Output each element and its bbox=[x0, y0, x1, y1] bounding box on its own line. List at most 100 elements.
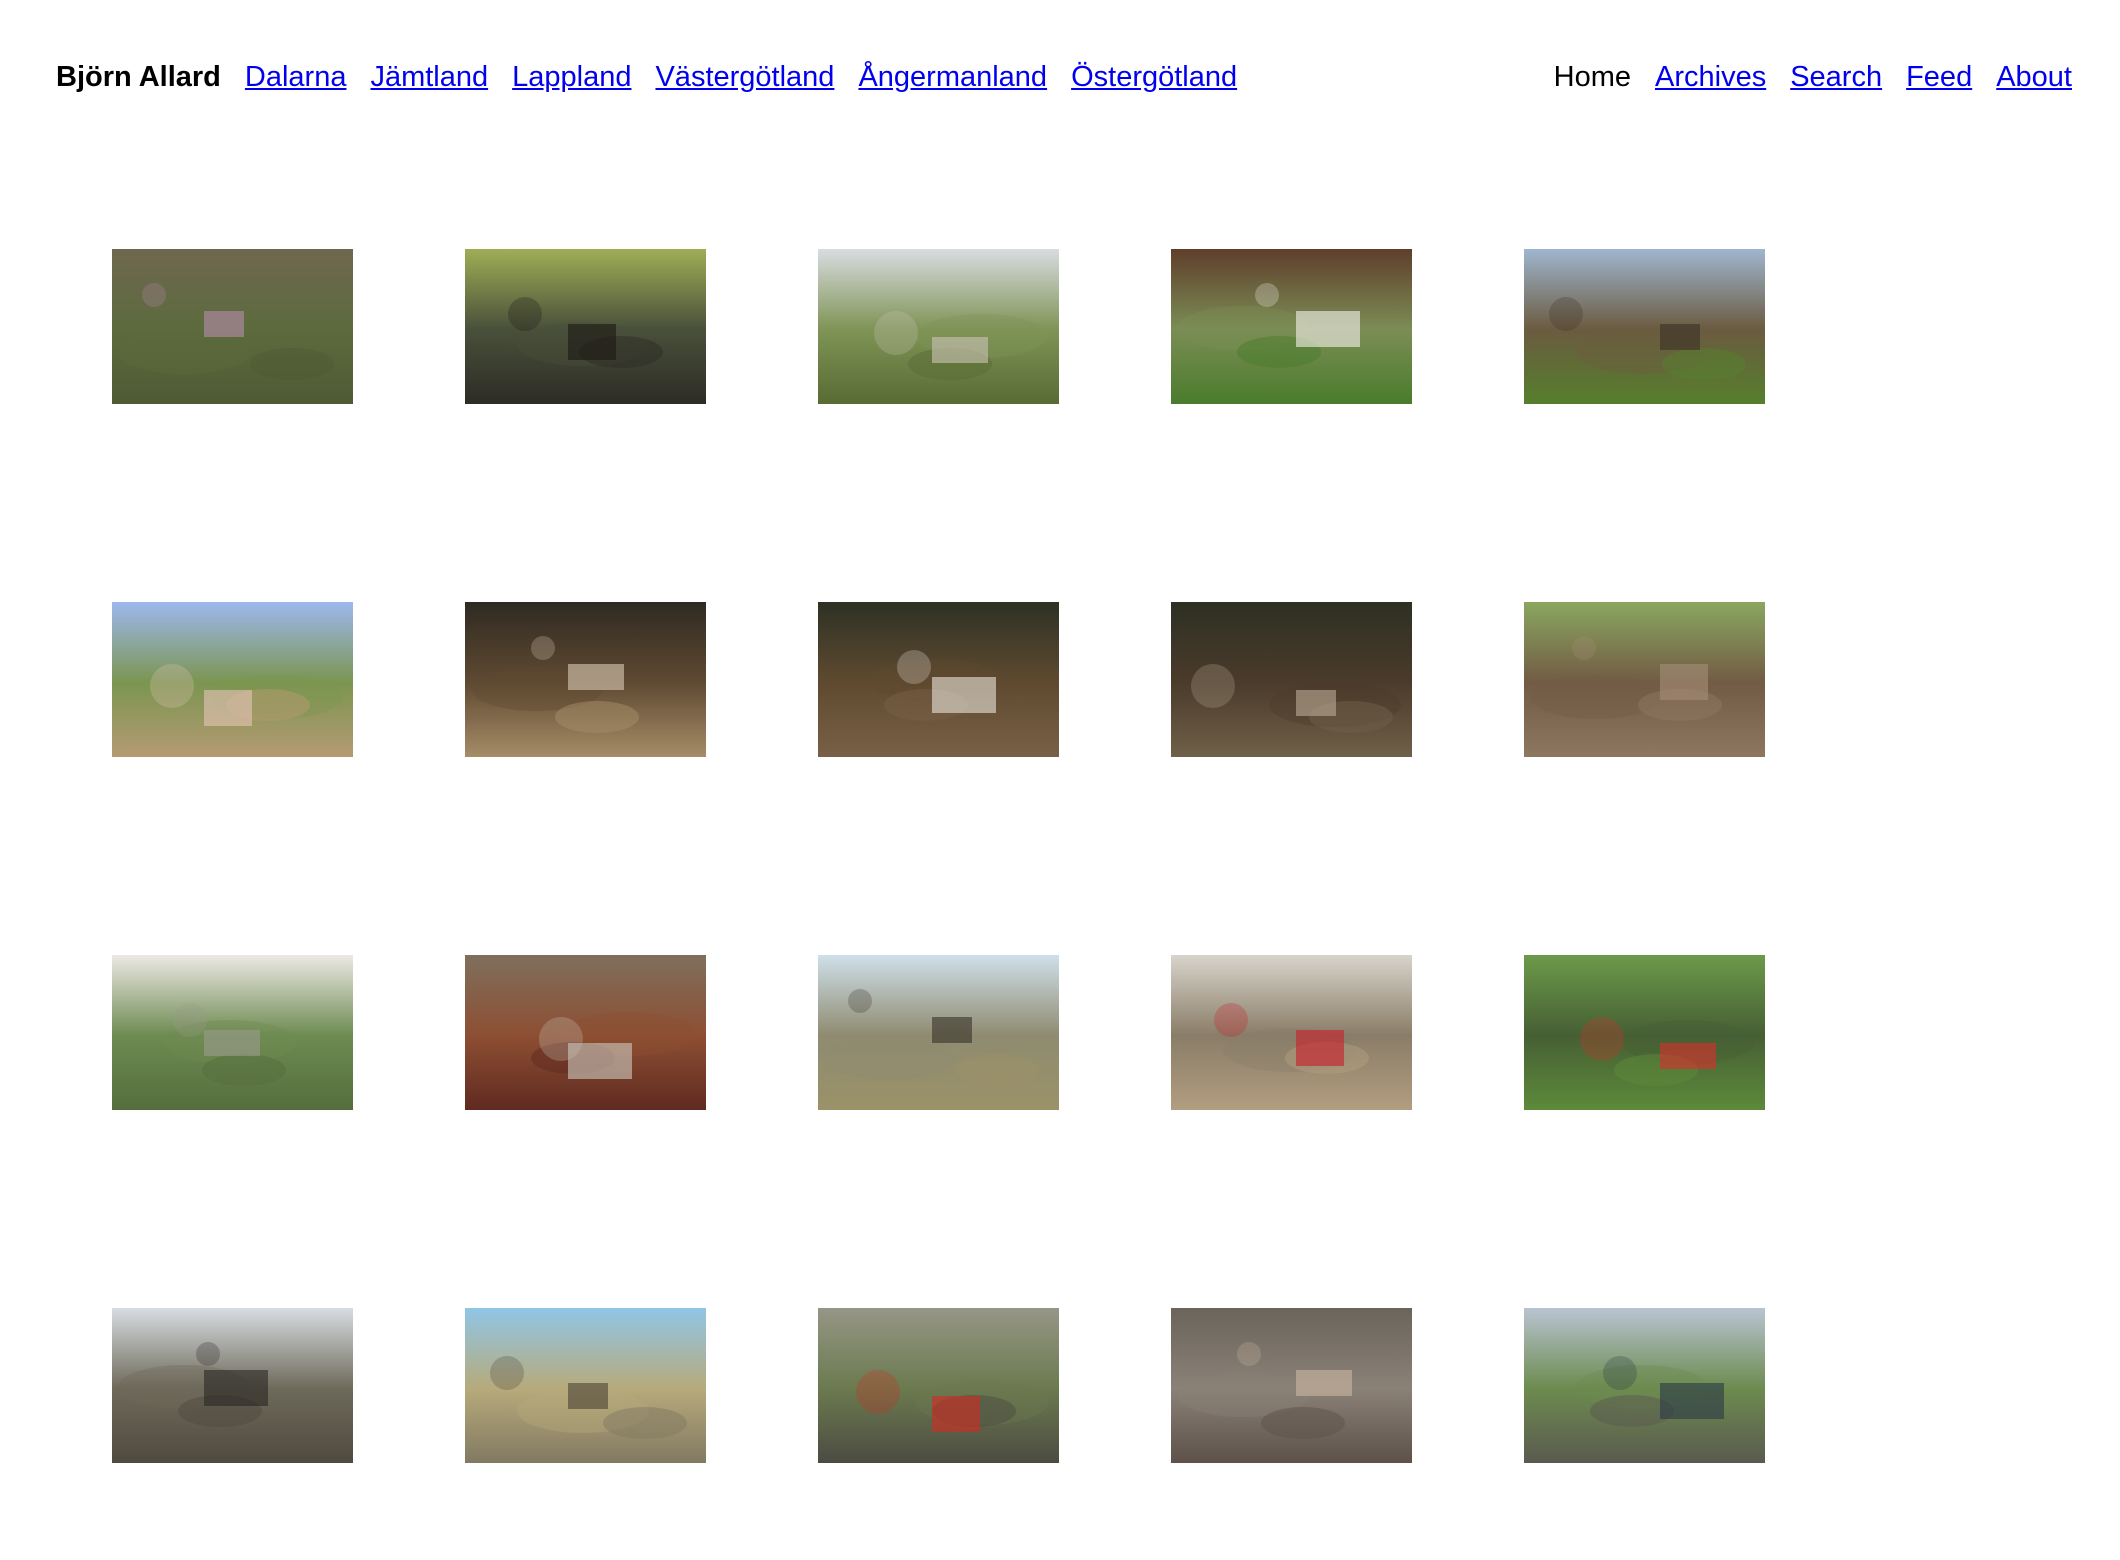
nav-link-lappland[interactable]: Lappland bbox=[512, 61, 631, 94]
photo-subject-shape bbox=[1660, 1383, 1724, 1419]
nav-link-angermanland[interactable]: Ångermanland bbox=[858, 61, 1047, 94]
photo-subject-shape bbox=[1296, 690, 1336, 716]
gallery-cell bbox=[465, 601, 706, 758]
photo-thumbnail[interactable] bbox=[1171, 249, 1412, 404]
photo-subject-shape bbox=[1296, 1030, 1344, 1066]
photo-thumbnail[interactable] bbox=[1171, 602, 1412, 757]
photo-subject-shape bbox=[204, 1030, 260, 1056]
nav-current-home: Home bbox=[1553, 60, 1631, 93]
photo-thumbnail[interactable] bbox=[112, 249, 353, 404]
photo-gallery bbox=[112, 248, 1767, 1464]
gallery-cell bbox=[112, 1307, 353, 1464]
site-brand: Björn Allard bbox=[56, 60, 221, 93]
photo-detail-shape bbox=[1191, 664, 1235, 708]
nav-link-dalarna[interactable]: Dalarna bbox=[245, 61, 347, 94]
photo-thumbnail[interactable] bbox=[112, 602, 353, 757]
photo-subject-shape bbox=[1660, 324, 1700, 350]
top-navigation: Björn Allard Dalarna Jämtland Lappland V… bbox=[56, 52, 2072, 102]
nav-link-ostergotland[interactable]: Östergötland bbox=[1071, 61, 1237, 94]
photo-ground-shape bbox=[956, 1054, 1040, 1086]
photo-detail-shape bbox=[848, 989, 872, 1013]
gallery-cell bbox=[465, 954, 706, 1111]
photo-subject-shape bbox=[932, 1396, 980, 1432]
photo-detail-shape bbox=[1603, 1356, 1637, 1390]
gallery-cell bbox=[818, 601, 1059, 758]
photo-thumbnail[interactable] bbox=[1524, 249, 1765, 404]
photo-detail-shape bbox=[173, 1003, 207, 1037]
gallery-cell bbox=[1524, 248, 1765, 405]
photo-thumbnail[interactable] bbox=[465, 249, 706, 404]
photo-thumbnail[interactable] bbox=[112, 1308, 353, 1463]
nav-link-archives[interactable]: Archives bbox=[1655, 61, 1766, 94]
photo-detail-shape bbox=[874, 311, 918, 355]
gallery-cell bbox=[465, 1307, 706, 1464]
nav-link-feed[interactable]: Feed bbox=[1906, 61, 1972, 94]
photo-detail-shape bbox=[508, 297, 542, 331]
nav-link-about[interactable]: About bbox=[1996, 61, 2072, 94]
photo-ground-shape bbox=[1662, 348, 1746, 380]
photo-detail-shape bbox=[1549, 297, 1583, 331]
gallery-cell bbox=[1524, 954, 1765, 1111]
photo-thumbnail[interactable] bbox=[818, 249, 1059, 404]
photo-ground-shape bbox=[250, 348, 334, 380]
photo-subject-shape bbox=[932, 677, 996, 713]
photo-thumbnail[interactable] bbox=[465, 1308, 706, 1463]
photo-thumbnail[interactable] bbox=[1524, 602, 1765, 757]
gallery-cell bbox=[1171, 248, 1412, 405]
photo-detail-shape bbox=[1214, 1003, 1248, 1037]
nav-link-search[interactable]: Search bbox=[1790, 61, 1882, 94]
photo-detail-shape bbox=[490, 1356, 524, 1390]
photo-background bbox=[112, 602, 353, 757]
photo-subject-shape bbox=[204, 1370, 268, 1406]
photo-detail-shape bbox=[897, 650, 931, 684]
photo-detail-shape bbox=[1255, 283, 1279, 307]
photo-detail-shape bbox=[856, 1370, 900, 1414]
gallery-cell bbox=[1171, 1307, 1412, 1464]
photo-subject-shape bbox=[1296, 1370, 1352, 1396]
photo-thumbnail[interactable] bbox=[465, 955, 706, 1110]
photo-thumbnail[interactable] bbox=[465, 602, 706, 757]
photo-thumbnail[interactable] bbox=[1524, 955, 1765, 1110]
photo-subject-shape bbox=[568, 664, 624, 690]
photo-subject-shape bbox=[204, 690, 252, 726]
photo-subject-shape bbox=[204, 311, 244, 337]
photo-detail-shape bbox=[1572, 636, 1596, 660]
photo-thumbnail[interactable] bbox=[818, 955, 1059, 1110]
gallery-cell bbox=[1171, 954, 1412, 1111]
photo-thumbnail[interactable] bbox=[1524, 1308, 1765, 1463]
photo-detail-shape bbox=[1580, 1017, 1624, 1061]
photo-detail-shape bbox=[142, 283, 166, 307]
photo-ground-shape bbox=[202, 1054, 286, 1086]
photo-detail-shape bbox=[539, 1017, 583, 1061]
gallery-cell bbox=[818, 248, 1059, 405]
photo-subject-shape bbox=[568, 1383, 608, 1409]
gallery-cell bbox=[112, 601, 353, 758]
photo-ground-shape bbox=[1261, 1407, 1345, 1439]
gallery-cell bbox=[465, 248, 706, 405]
photo-thumbnail[interactable] bbox=[818, 602, 1059, 757]
photo-subject-shape bbox=[932, 337, 988, 363]
primary-navigation: Björn Allard Dalarna Jämtland Lappland V… bbox=[56, 61, 1237, 94]
photo-subject-shape bbox=[568, 324, 616, 360]
gallery-cell bbox=[1524, 1307, 1765, 1464]
photo-background bbox=[818, 1308, 1059, 1463]
nav-link-jamtland[interactable]: Jämtland bbox=[370, 61, 488, 94]
photo-detail-shape bbox=[1237, 1342, 1261, 1366]
photo-thumbnail[interactable] bbox=[1171, 955, 1412, 1110]
photo-thumbnail[interactable] bbox=[1171, 1308, 1412, 1463]
photo-subject-shape bbox=[1660, 664, 1708, 700]
photo-ground-shape bbox=[555, 701, 639, 733]
photo-detail-shape bbox=[150, 664, 194, 708]
photo-thumbnail[interactable] bbox=[112, 955, 353, 1110]
photo-thumbnail[interactable] bbox=[818, 1308, 1059, 1463]
photo-ground-shape bbox=[603, 1407, 687, 1439]
gallery-cell bbox=[1171, 601, 1412, 758]
secondary-navigation: Home Archives Search Feed About bbox=[1554, 61, 2072, 94]
gallery-cell bbox=[818, 954, 1059, 1111]
photo-detail-shape bbox=[531, 636, 555, 660]
gallery-cell bbox=[1524, 601, 1765, 758]
photo-subject-shape bbox=[932, 1017, 972, 1043]
nav-link-vastergotland[interactable]: Västergötland bbox=[655, 61, 834, 94]
photo-subject-shape bbox=[1660, 1043, 1716, 1069]
gallery-cell bbox=[112, 954, 353, 1111]
